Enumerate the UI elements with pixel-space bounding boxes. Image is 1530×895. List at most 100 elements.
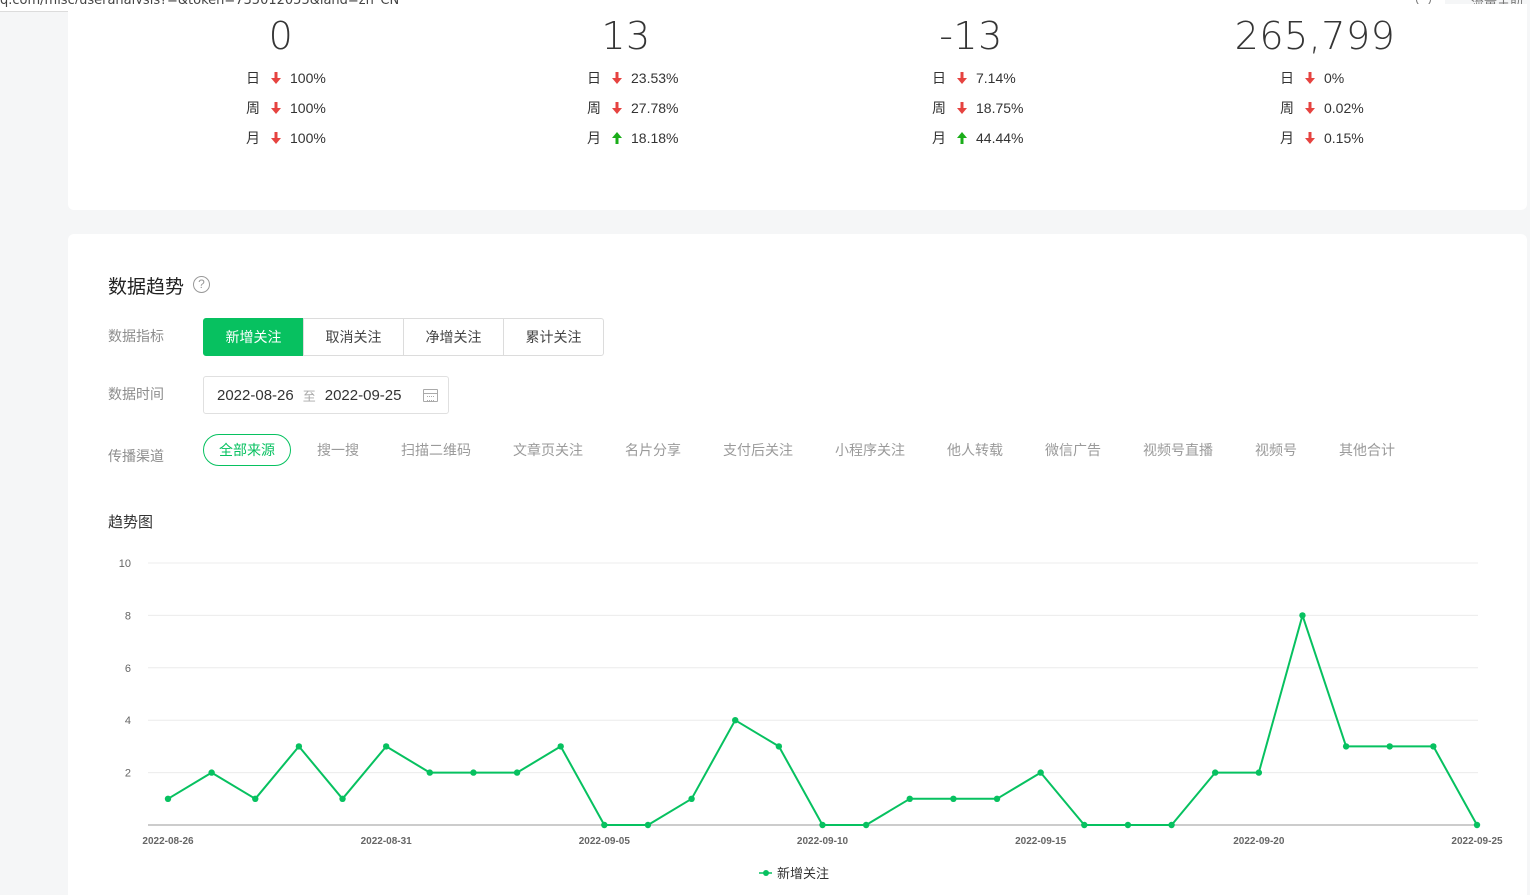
help-icon[interactable]: ? xyxy=(193,276,210,293)
stat-value: 0 xyxy=(268,14,294,58)
data-point xyxy=(906,795,913,802)
x-tick-label: 2022-09-10 xyxy=(797,836,849,847)
metric-selector: 新增关注 取消关注 净增关注 累计关注 xyxy=(203,318,604,356)
data-point xyxy=(1386,743,1393,750)
legend-dot-icon xyxy=(763,870,769,876)
channel-option[interactable]: 搜一搜 xyxy=(317,434,359,466)
data-point xyxy=(1124,821,1132,829)
date-range-picker[interactable]: 2022-08-26 至 2022-09-25 xyxy=(203,376,449,414)
channel-option[interactable]: 名片分享 xyxy=(625,434,681,466)
metric-label: 数据指标 xyxy=(108,328,164,344)
data-point xyxy=(164,795,172,802)
stat-change-row: 月 100% xyxy=(246,128,326,148)
y-tick-label: 6 xyxy=(125,663,131,675)
period-label: 日 xyxy=(587,70,601,86)
arrow-up-icon xyxy=(952,132,972,144)
period-label: 周 xyxy=(932,100,946,116)
data-point xyxy=(1473,821,1481,829)
x-tick-label: 2022-09-05 xyxy=(579,836,631,847)
channel-option[interactable]: 其他合计 xyxy=(1339,434,1395,466)
data-point xyxy=(1255,769,1263,776)
data-point xyxy=(1037,769,1044,776)
stat-change-row: 周 100% xyxy=(246,98,326,118)
data-point xyxy=(819,821,826,829)
x-tick-label: 2022-08-31 xyxy=(361,836,413,847)
change-percent: 0% xyxy=(1324,70,1345,86)
date-separator: 至 xyxy=(302,388,316,404)
channel-option[interactable]: 支付后关注 xyxy=(723,434,793,466)
period-label: 日 xyxy=(1280,70,1294,86)
change-percent: 18.18% xyxy=(631,130,679,146)
metric-button[interactable]: 取消关注 xyxy=(303,318,404,356)
change-percent: 100% xyxy=(290,100,326,116)
data-point xyxy=(1081,821,1088,829)
y-tick-label: 8 xyxy=(125,610,131,622)
period-label: 周 xyxy=(246,100,260,116)
arrow-down-icon xyxy=(952,72,972,84)
data-point xyxy=(339,795,346,802)
data-point xyxy=(862,821,870,829)
period-label: 日 xyxy=(246,70,260,86)
arrow-down-icon xyxy=(1300,102,1320,114)
arrow-down-icon xyxy=(952,102,972,114)
stat-change-row: 日 100% xyxy=(246,68,326,88)
stat-change-row: 周 0.02% xyxy=(1280,98,1364,118)
change-percent: 100% xyxy=(290,70,326,86)
y-tick-label: 2 xyxy=(125,768,131,780)
stat-change-row: 日 0% xyxy=(1280,68,1344,88)
data-point xyxy=(1430,743,1437,750)
time-label: 数据时间 xyxy=(108,386,164,402)
stat-value: 13 xyxy=(601,14,651,58)
change-percent: 7.14% xyxy=(976,70,1016,86)
channel-option[interactable]: 他人转载 xyxy=(947,434,1003,466)
arrow-up-icon xyxy=(607,132,627,144)
channel-option[interactable]: 扫描二维码 xyxy=(401,434,471,466)
date-end: 2022-09-25 xyxy=(324,386,402,404)
arrow-down-icon xyxy=(1300,72,1320,84)
data-point xyxy=(208,769,215,776)
data-point xyxy=(993,795,1001,802)
data-point xyxy=(252,795,259,802)
period-label: 周 xyxy=(1280,100,1294,116)
change-percent: 27.78% xyxy=(631,100,679,116)
channel-option[interactable]: 微信广告 xyxy=(1045,434,1101,466)
metric-button[interactable]: 累计关注 xyxy=(503,318,604,356)
x-tick-label: 2022-08-26 xyxy=(142,836,194,847)
channel-option[interactable]: 全部来源 xyxy=(203,434,291,466)
period-label: 月 xyxy=(932,130,946,146)
period-label: 月 xyxy=(246,130,260,146)
arrow-down-icon xyxy=(607,72,627,84)
data-point xyxy=(1212,769,1219,776)
change-percent: 100% xyxy=(290,130,326,146)
channel-option[interactable]: 视频号直播 xyxy=(1143,434,1213,466)
period-label: 日 xyxy=(932,70,946,86)
metric-button[interactable]: 新增关注 xyxy=(203,318,304,356)
trend-title: 数据趋势 xyxy=(108,277,185,298)
period-label: 月 xyxy=(587,130,601,146)
period-label: 周 xyxy=(587,100,601,116)
date-start: 2022-08-26 xyxy=(217,386,294,404)
metric-button[interactable]: 净增关注 xyxy=(403,318,504,356)
change-percent: 23.53% xyxy=(631,70,679,86)
y-tick-label: 4 xyxy=(125,715,131,727)
period-label: 月 xyxy=(1280,130,1294,146)
channel-option[interactable]: 小程序关注 xyxy=(835,434,905,466)
arrow-down-icon xyxy=(1300,132,1320,144)
chart-label: 趋势图 xyxy=(108,514,154,531)
x-tick-label: 2022-09-15 xyxy=(1015,836,1067,847)
data-point xyxy=(1342,743,1350,750)
channel-option[interactable]: 文章页关注 xyxy=(513,434,583,466)
data-point xyxy=(688,795,695,802)
stats-card: 0 日 100% 周 100% 月 100% 13 日 23.53% 周 27.78% 月 18.18%… xyxy=(68,4,1527,210)
trend-card: 数据趋势 ? 数据指标 新增关注 取消关注 净增关注 累计关注 数据时间 2022-0… xyxy=(68,234,1527,895)
data-point xyxy=(601,821,608,829)
calendar-icon[interactable] xyxy=(423,389,438,402)
change-percent: 0.15% xyxy=(1324,130,1364,146)
data-point xyxy=(1168,821,1175,829)
arrow-down-icon xyxy=(266,102,286,114)
change-percent: 0.02% xyxy=(1324,100,1364,116)
stat-change-row: 月 44.44% xyxy=(932,128,1023,148)
channel-option[interactable]: 视频号 xyxy=(1255,434,1297,466)
x-tick-label: 2022-09-25 xyxy=(1451,836,1503,847)
legend-label: 新增关注 xyxy=(777,866,829,882)
